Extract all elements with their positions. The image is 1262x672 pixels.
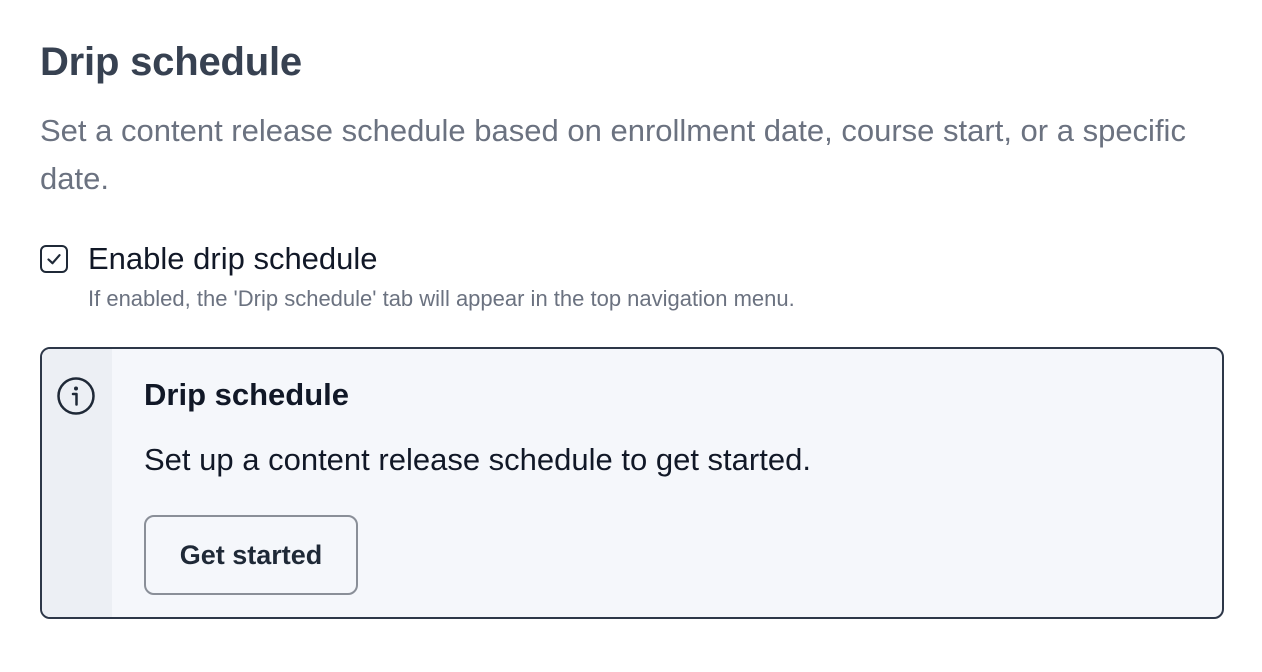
alert-text: Set up a content release schedule to get… xyxy=(144,442,811,477)
info-icon xyxy=(57,377,95,415)
section-description: Set a content release schedule based on … xyxy=(40,113,1186,196)
enable-drip-hint: If enabled, the 'Drip schedule' tab will… xyxy=(88,286,795,311)
alert-title: Drip schedule xyxy=(144,377,349,412)
get-started-button[interactable]: Get started xyxy=(144,515,358,595)
enable-drip-checkbox[interactable] xyxy=(40,245,68,273)
section-title: Drip schedule xyxy=(40,40,302,84)
info-alert: Drip schedule Set up a content release s… xyxy=(40,347,1224,619)
enable-drip-row[interactable]: Enable drip schedule xyxy=(40,237,378,281)
enable-drip-label[interactable]: Enable drip schedule xyxy=(88,237,378,281)
check-icon xyxy=(47,254,61,265)
